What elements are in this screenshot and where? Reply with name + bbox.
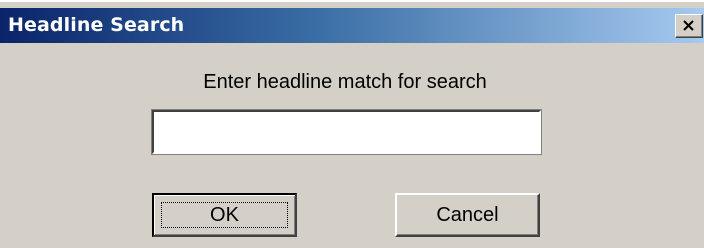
window-top-edge [0,0,704,8]
titlebar[interactable]: Headline Search [0,8,704,43]
headline-search-dialog: Headline Search Enter headline match for… [0,0,704,248]
ok-button-label: OK [210,204,239,226]
close-button[interactable] [675,14,703,38]
cancel-button[interactable]: Cancel [395,193,540,237]
cancel-button-label: Cancel [436,204,499,226]
headline-search-input[interactable] [152,110,541,154]
window-title: Headline Search [8,14,185,36]
search-prompt-label: Enter headline match for search [203,71,487,93]
ok-button[interactable]: OK [152,193,297,237]
close-icon [683,20,694,31]
